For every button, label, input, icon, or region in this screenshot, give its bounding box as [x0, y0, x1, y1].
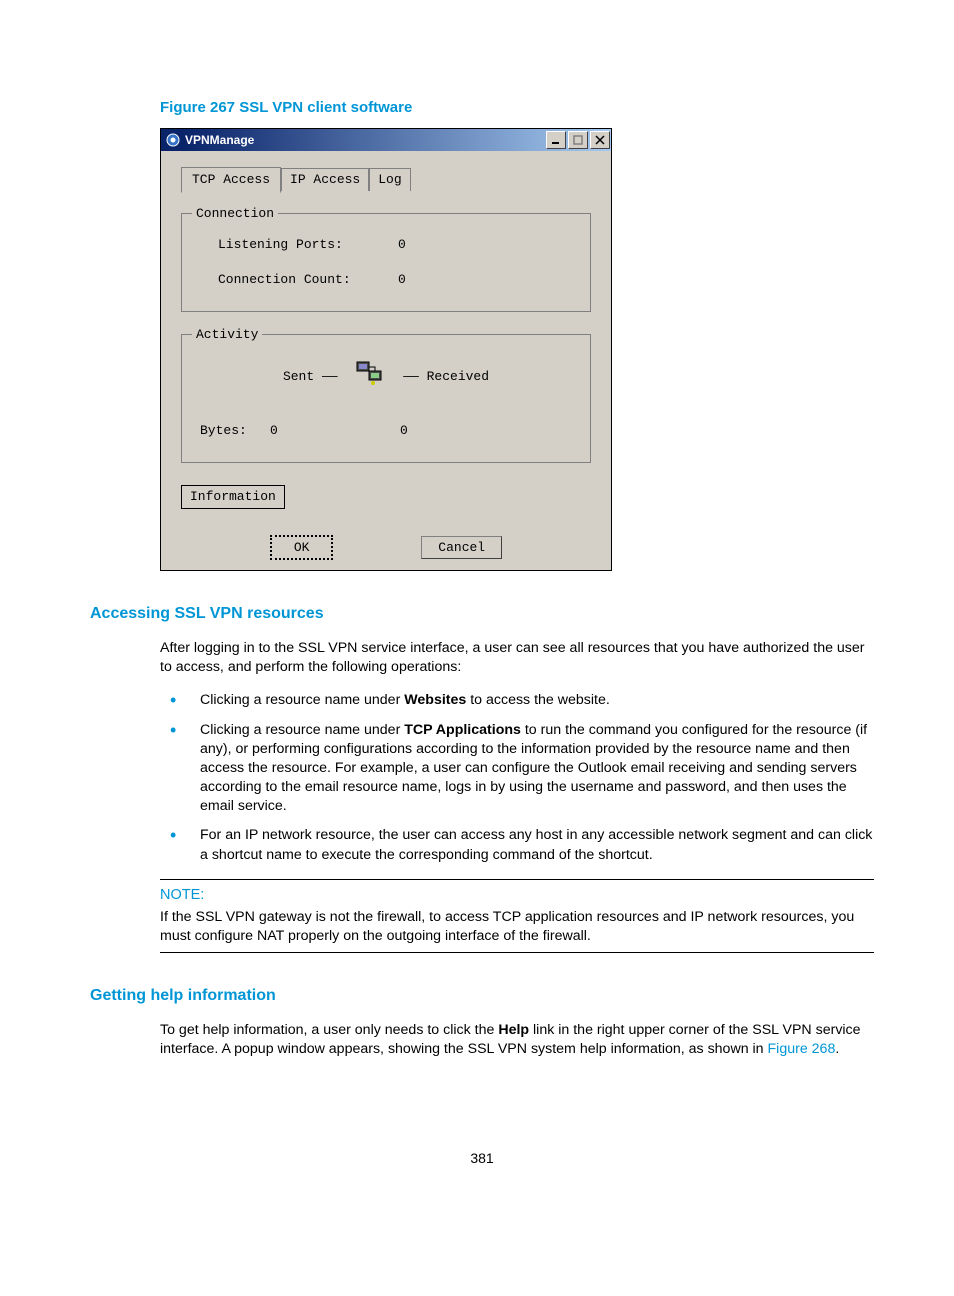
connection-group: Connection Listening Ports: 0 Connection…	[181, 213, 591, 312]
connection-legend: Connection	[192, 205, 278, 223]
note-text: If the SSL VPN gateway is not the firewa…	[160, 908, 874, 946]
bullet1-text-c: to access the website.	[466, 692, 610, 708]
close-icon[interactable]	[590, 131, 610, 149]
ok-button[interactable]: OK	[270, 535, 334, 561]
app-icon	[165, 132, 181, 148]
help-bold: Help	[498, 1022, 529, 1038]
help-text-a: To get help information, a user only nee…	[160, 1022, 498, 1038]
bullet1-text-a: Clicking a resource name under	[200, 692, 404, 708]
bullet2-text-a: Clicking a resource name under	[200, 722, 404, 738]
bullet-websites: Clicking a resource name under Websites …	[160, 691, 874, 710]
activity-group: Activity Sent —— ——	[181, 334, 591, 463]
note-box: NOTE: If the SSL VPN gateway is not the …	[160, 879, 874, 953]
tab-strip: TCP AccessIP AccessLog	[181, 167, 591, 193]
tab-log[interactable]: Log	[369, 168, 410, 191]
network-computers-icon	[355, 376, 393, 391]
minimize-icon[interactable]	[546, 131, 566, 149]
intro-paragraph: After logging in to the SSL VPN service …	[160, 639, 874, 677]
connection-count-value: 0	[398, 271, 478, 289]
tab-ip-access[interactable]: IP Access	[281, 168, 369, 191]
help-paragraph: To get help information, a user only nee…	[160, 1021, 874, 1059]
vpnmanage-dialog: VPNManage TCP AccessIP AccessLog Connect…	[160, 128, 612, 571]
cancel-button[interactable]: Cancel	[421, 536, 502, 560]
titlebar-text: VPNManage	[185, 132, 254, 148]
heading-getting-help: Getting help information	[90, 985, 874, 1007]
tab-tcp-access[interactable]: TCP Access	[181, 167, 281, 193]
help-text-end: .	[835, 1041, 839, 1057]
bullet2-bold: TCP Applications	[404, 722, 521, 738]
bytes-label: Bytes:	[200, 422, 270, 440]
sent-label: Sent	[283, 369, 314, 384]
listening-ports-label: Listening Ports:	[200, 236, 398, 254]
listening-ports-value: 0	[398, 236, 478, 254]
bullet1-bold: Websites	[404, 692, 466, 708]
figure-caption: Figure 267 SSL VPN client software	[160, 98, 874, 118]
figure-268-link[interactable]: Figure 268	[768, 1041, 836, 1057]
line-right-icon: ——	[403, 369, 426, 384]
page-number: 381	[90, 1149, 874, 1168]
bytes-sent-value: 0	[270, 422, 400, 440]
connection-count-label: Connection Count:	[200, 271, 398, 289]
information-button[interactable]: Information	[181, 485, 285, 509]
heading-accessing-resources: Accessing SSL VPN resources	[90, 603, 874, 625]
activity-legend: Activity	[192, 326, 262, 344]
line-left-icon: ——	[322, 369, 345, 384]
bytes-received-value: 0	[400, 422, 408, 440]
maximize-icon[interactable]	[568, 131, 588, 149]
bullet-ip-network: For an IP network resource, the user can…	[160, 826, 874, 864]
titlebar: VPNManage	[161, 129, 611, 151]
bullet-tcp-applications: Clicking a resource name under TCP Appli…	[160, 721, 874, 817]
note-label: NOTE:	[160, 886, 874, 906]
received-label: Received	[427, 369, 489, 384]
